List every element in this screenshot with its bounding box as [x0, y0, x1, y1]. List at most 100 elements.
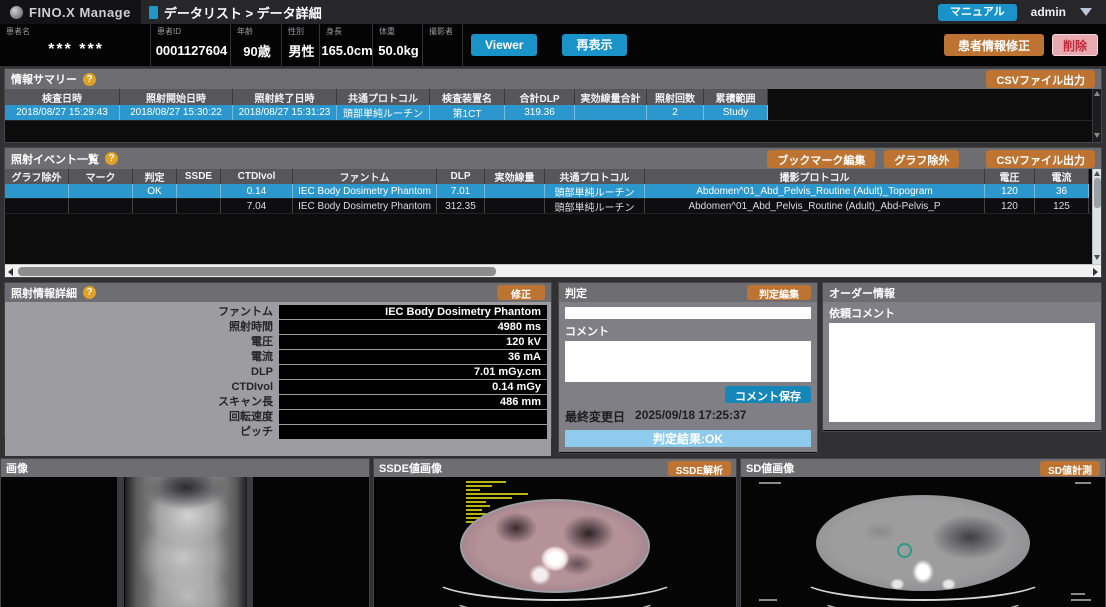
events-csv-export-button[interactable]: CSVファイル出力 — [986, 150, 1095, 168]
summary-table-row[interactable]: 2018/08/27 15:29:43 2018/08/27 15:30:22 … — [5, 105, 1092, 121]
delete-button[interactable]: 削除 — [1052, 34, 1098, 56]
events-section: 照射イベント一覧 ? ブックマーク編集 グラフ除外 CSVファイル出力 グラフ除… — [4, 147, 1102, 278]
app-logo: FINO.X Manage — [0, 0, 141, 24]
patient-bar: 患者名 *** *** 患者ID 0001127604 年齢 90歳 性別 男性… — [0, 24, 1106, 66]
sd-measure-button[interactable]: SD値計測 — [1040, 461, 1100, 476]
help-icon[interactable]: ? — [83, 286, 96, 299]
scroll-right-icon[interactable] — [1093, 268, 1098, 276]
edit-patient-info-button[interactable]: 患者情報修正 — [944, 34, 1044, 56]
plain-image-viewport[interactable] — [1, 477, 369, 607]
patient-operator-label: 撮影者 — [429, 27, 458, 36]
summary-cell: 第1CT — [430, 105, 505, 120]
summary-col-common-protocol: 共通プロトコル — [337, 89, 430, 105]
detail-label-pitch: ピッチ — [5, 425, 279, 439]
events-table-row[interactable]: 7.04 IEC Body Dosimetry Phantom 312.35 頭… — [5, 199, 1092, 214]
events-col-dlp: DLP — [437, 169, 485, 184]
comment-save-button[interactable]: コメント保存 — [725, 386, 811, 403]
events-hscroll-thumb[interactable] — [18, 267, 496, 276]
summary-vertical-scrollbar[interactable] — [1092, 89, 1101, 142]
summary-section-header: 情報サマリー ? CSVファイル出力 — [5, 69, 1101, 89]
ssde-image-header: SSDE値画像 SSDE解析 — [374, 459, 736, 477]
detail-value-current: 36 mA — [279, 350, 547, 364]
patient-age-value: 90歳 — [237, 36, 277, 64]
events-table-row[interactable]: OK 0.14 IEC Body Dosimetry Phantom 7.01 … — [5, 184, 1092, 199]
events-cell: OK — [133, 184, 177, 198]
detail-edit-button[interactable]: 修正 — [497, 285, 545, 300]
plain-image-panel: 画像 — [0, 458, 370, 607]
judgement-comment-textarea[interactable] — [565, 341, 811, 382]
events-horizontal-scrollbar[interactable] — [5, 264, 1101, 277]
scroll-down-icon[interactable] — [1094, 133, 1100, 138]
user-dropdown-icon[interactable] — [1080, 8, 1092, 16]
detail-value-pitch — [279, 425, 547, 439]
events-cell — [133, 199, 177, 213]
judgement-section: 判定 判定編集 コメント コメント保存 最終変更日 2025/09/18 17:… — [558, 282, 818, 454]
sd-image-viewport[interactable] — [741, 477, 1105, 607]
detail-label-scan-length: スキャン長 — [5, 395, 279, 409]
order-comment-label: 依頼コメント — [829, 305, 1095, 321]
events-cell — [69, 184, 133, 198]
sd-image-title: SD値画像 — [746, 460, 794, 476]
summary-section: 情報サマリー ? CSVファイル出力 検査日時 照射開始日時 照射終了日時 共通… — [4, 68, 1102, 143]
summary-title: 情報サマリー — [11, 71, 77, 87]
events-cell: 125 — [1035, 199, 1089, 213]
summary-cell: Study — [704, 105, 768, 120]
patient-id-field: 患者ID 0001127604 — [151, 24, 231, 66]
scroll-left-icon[interactable] — [8, 268, 13, 276]
bookmark-edit-button[interactable]: ブックマーク編集 — [767, 150, 875, 168]
order-body: 依頼コメント — [823, 302, 1101, 430]
scroll-down-icon[interactable] — [1094, 255, 1100, 260]
order-comment-textarea[interactable] — [829, 323, 1095, 422]
events-cell — [69, 199, 133, 213]
ssde-image-viewport[interactable] — [374, 477, 736, 607]
user-name[interactable]: admin — [1031, 5, 1066, 19]
patient-name-value: *** *** — [6, 36, 146, 64]
events-vscroll-thumb[interactable] — [1094, 178, 1101, 208]
summary-header-filler — [768, 89, 1092, 105]
events-cell — [177, 199, 221, 213]
viewer-button[interactable]: Viewer — [471, 34, 537, 56]
detail-value-voltage: 120 kV — [279, 335, 547, 349]
events-cell — [5, 199, 69, 213]
patient-id-label: 患者ID — [157, 27, 226, 36]
breadcrumb[interactable]: データリスト > データ詳細 — [164, 3, 322, 22]
events-col-phantom: ファントム — [293, 169, 437, 184]
events-title: 照射イベント一覧 — [11, 151, 99, 167]
summary-cell: 319.36 — [505, 105, 575, 120]
patient-operator-value — [429, 36, 458, 64]
patient-name-label: 患者名 — [6, 27, 146, 36]
patient-age-label: 年齢 — [237, 27, 277, 36]
summary-csv-export-button[interactable]: CSVファイル出力 — [986, 70, 1095, 88]
detail-label-rotation-speed: 回転速度 — [5, 410, 279, 424]
help-icon[interactable]: ? — [105, 152, 118, 165]
events-cell: 頭部単純ルーチン — [545, 199, 645, 213]
patient-age-field: 年齢 90歳 — [231, 24, 282, 66]
events-cell: 7.04 — [221, 199, 293, 213]
scroll-up-icon[interactable] — [1094, 91, 1100, 96]
manual-button[interactable]: マニュアル — [938, 4, 1017, 21]
detail-body: ファントムIEC Body Dosimetry Phantom 照射時間4980… — [5, 302, 551, 456]
scroll-up-icon[interactable] — [1094, 171, 1100, 176]
ssde-image-panel: SSDE値画像 SSDE解析 — [373, 458, 737, 607]
judgement-edit-button[interactable]: 判定編集 — [747, 285, 811, 300]
summary-col-device: 検査装置名 — [430, 89, 505, 105]
summary-cell: 2018/08/27 15:30:22 — [120, 105, 233, 120]
patient-sex-label: 性別 — [288, 27, 315, 36]
summary-cell: 頭部単純ルーチン — [337, 105, 430, 120]
detail-section-header: 照射情報詳細 ? 修正 — [5, 283, 551, 302]
summary-col-start-datetime: 照射開始日時 — [120, 89, 233, 105]
events-vertical-scrollbar[interactable] — [1092, 169, 1101, 264]
topogram-rail — [117, 477, 124, 607]
refresh-button[interactable]: 再表示 — [562, 34, 626, 56]
summary-cell: 2018/08/27 15:29:43 — [5, 105, 120, 120]
patient-operator-field: 撮影者 — [423, 24, 463, 66]
patient-weight-field: 体重 50.0kg — [373, 24, 423, 66]
help-icon[interactable]: ? — [83, 73, 96, 86]
plain-image-title: 画像 — [6, 460, 28, 476]
ssde-analyze-button[interactable]: SSDE解析 — [668, 461, 731, 476]
summary-col-total-dlp: 合計DLP — [505, 89, 575, 105]
events-col-mark: マーク — [69, 169, 133, 184]
events-cell — [485, 199, 545, 213]
judgement-result-input[interactable] — [565, 307, 811, 319]
graph-exclude-button[interactable]: グラフ除外 — [884, 150, 959, 168]
